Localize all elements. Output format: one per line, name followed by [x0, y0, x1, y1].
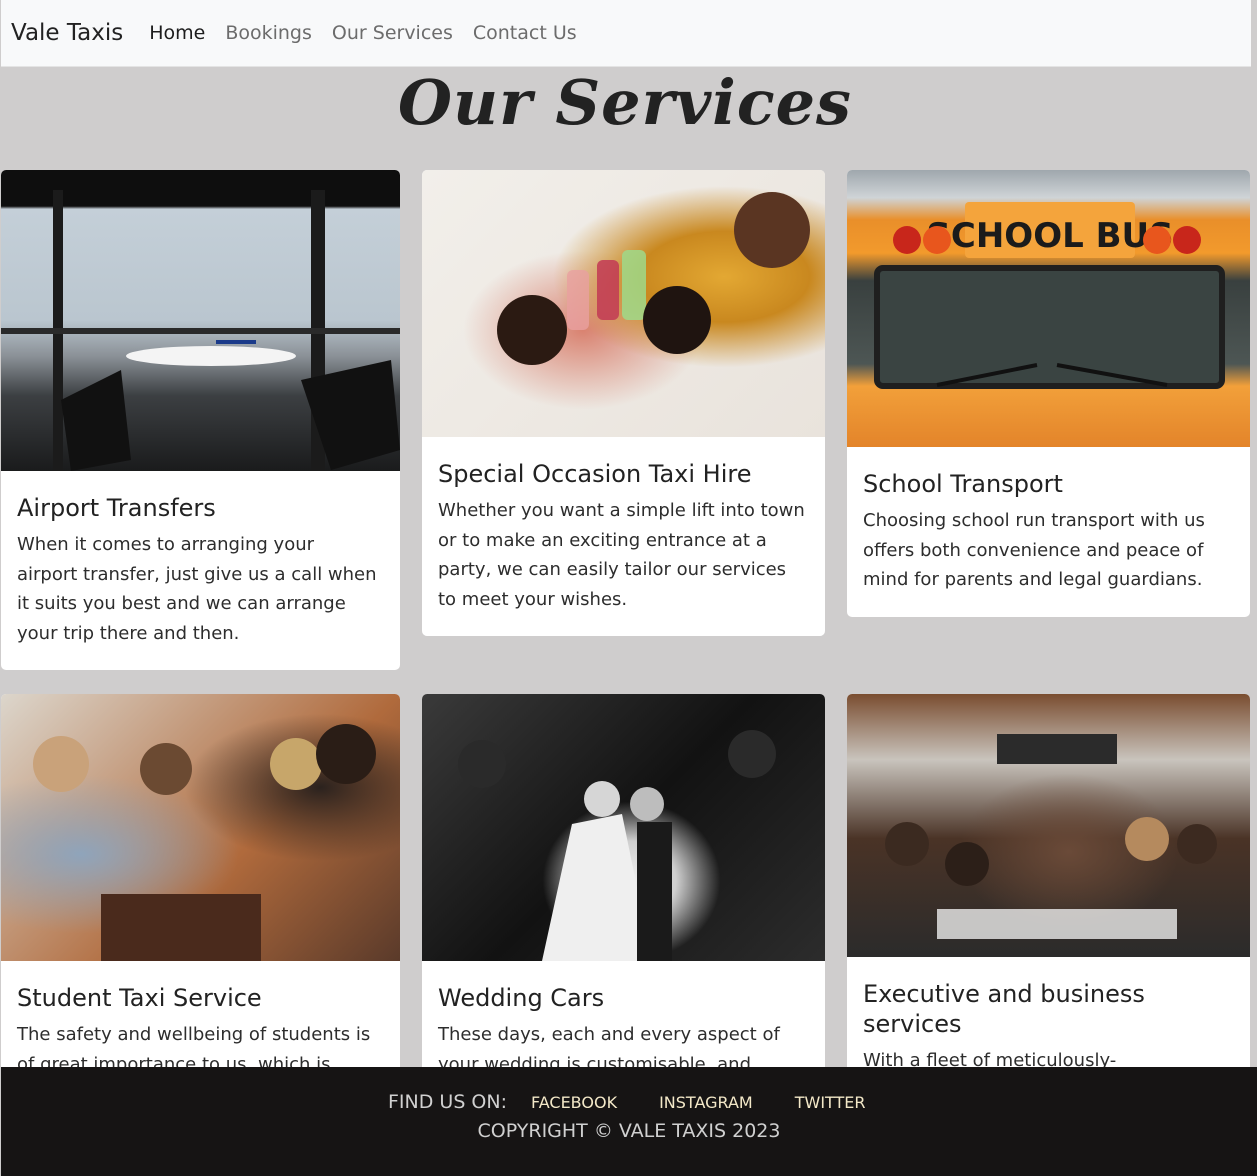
service-card-airport: Airport Transfers When it comes to arran… [1, 170, 400, 670]
copyright-text: COPYRIGHT © VALE TAXIS 2023 [477, 1120, 781, 1142]
nav-link-our-services[interactable]: Our Services [332, 22, 453, 44]
service-title: Wedding Cars [438, 984, 605, 1012]
navbar: Vale Taxis Home Bookings Our Services Co… [1, 0, 1251, 67]
footer: FIND US ON: FACEBOOK INSTAGRAM TWITTER C… [1, 1067, 1257, 1176]
service-card-executive-business: Executive and business services With a f… [847, 694, 1250, 1094]
page-title: Our Services [398, 66, 852, 139]
instagram-link[interactable]: INSTAGRAM [659, 1093, 753, 1112]
service-description: Whether you want a simple lift into town… [438, 500, 805, 610]
airport-scene-graphic [1, 190, 400, 471]
service-title: Student Taxi Service [17, 984, 262, 1012]
social-links-row: FIND US ON: FACEBOOK INSTAGRAM TWITTER [388, 1091, 908, 1113]
school-bus-graphic: SCHOOL BUS [874, 202, 1225, 389]
nav-link-contact-us[interactable]: Contact Us [473, 22, 577, 44]
service-title: School Transport [863, 470, 1063, 498]
friends-toasting-image [422, 170, 825, 437]
service-card-student-taxi: Student Taxi Service The safety and well… [1, 694, 400, 1094]
service-title: Executive and business services [863, 980, 1145, 1038]
students-cafe-image [1, 694, 400, 961]
service-title: Special Occasion Taxi Hire [438, 460, 752, 488]
find-us-label: FIND US ON: [388, 1091, 507, 1113]
school-bus-image: SCHOOL BUS [847, 170, 1250, 447]
students-scene-graphic [33, 724, 376, 961]
bus-sign-text: SCHOOL BUS [926, 216, 1173, 256]
service-description: Choosing school run transport with us of… [863, 510, 1205, 590]
nav-link-bookings[interactable]: Bookings [225, 22, 312, 44]
facebook-link[interactable]: FACEBOOK [531, 1093, 617, 1112]
airport-lounge-image [1, 170, 400, 471]
service-card-special-occasion: Special Occasion Taxi Hire Whether you w… [422, 170, 825, 636]
twitter-link[interactable]: TWITTER [795, 1093, 866, 1112]
brand-link[interactable]: Vale Taxis [11, 20, 123, 46]
wedding-scene-graphic [458, 730, 776, 961]
service-description: When it comes to arranging your airport … [17, 534, 377, 644]
service-card-wedding-cars: Wedding Cars These days, each and every … [422, 694, 825, 1094]
wedding-couple-image [422, 694, 825, 961]
service-title: Airport Transfers [17, 494, 216, 522]
nav-link-home[interactable]: Home [149, 22, 205, 44]
business-meeting-image [847, 694, 1250, 957]
business-scene-graphic [885, 734, 1217, 939]
party-scene-graphic [497, 192, 810, 365]
service-card-school-transport: SCHOOL BUS School Transport Choosing sch… [847, 170, 1250, 617]
